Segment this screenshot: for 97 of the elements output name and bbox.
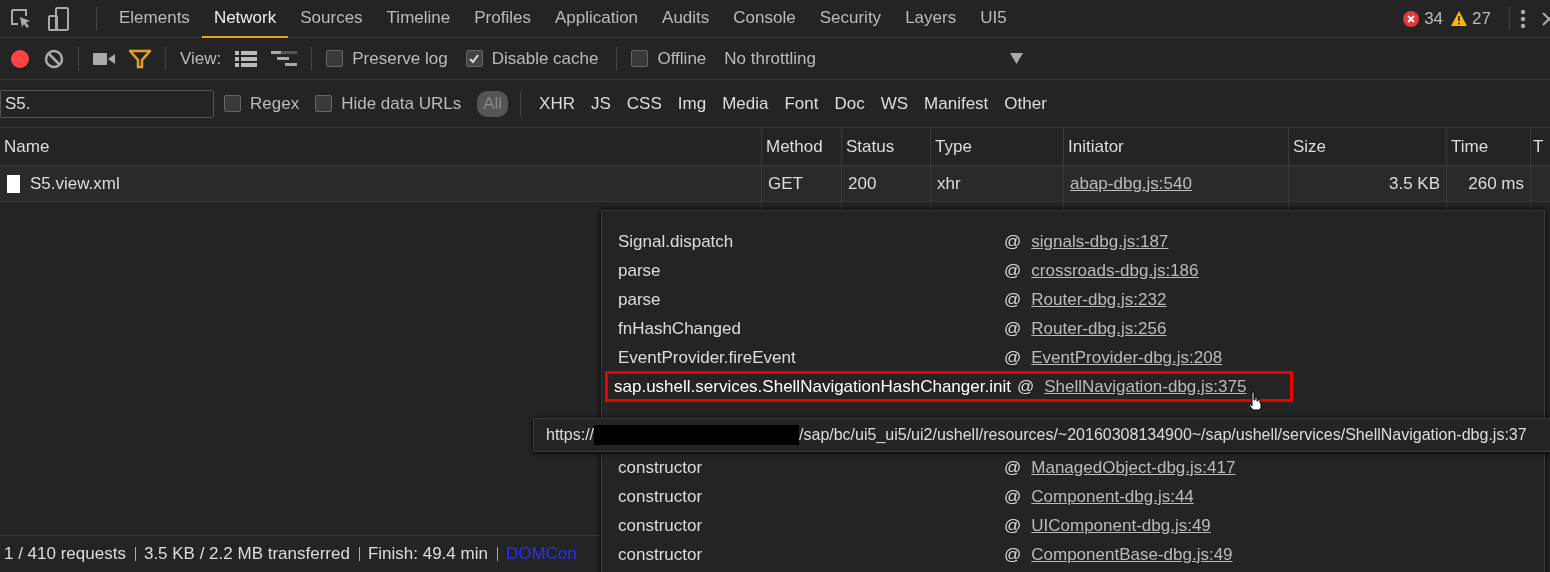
panel-tab[interactable]: Elements bbox=[107, 0, 202, 38]
warning-count: 27 bbox=[1472, 8, 1491, 29]
inspect-icon[interactable] bbox=[10, 7, 32, 30]
source-link[interactable]: Router-dbg.js:256 bbox=[1031, 318, 1167, 339]
at-sign: @ bbox=[1004, 289, 1022, 310]
at-sign: @ bbox=[1004, 318, 1022, 339]
offline-checkbox[interactable]: Offline bbox=[631, 48, 707, 69]
checkbox-option[interactable]: Regex bbox=[224, 93, 300, 114]
panel-tab[interactable]: Layers bbox=[893, 0, 969, 38]
type-filter[interactable]: WS bbox=[874, 90, 915, 117]
more-icon[interactable] bbox=[1520, 8, 1526, 29]
device-icon[interactable] bbox=[48, 6, 70, 31]
source-link[interactable]: Component-dbg.js:44 bbox=[1031, 486, 1194, 507]
status-text: 3.5 KB / 2.2 MB transferred bbox=[139, 547, 360, 561]
type-filter[interactable]: CSS bbox=[620, 90, 668, 117]
warning-icon bbox=[1451, 11, 1468, 26]
column-header[interactable]: Size bbox=[1289, 128, 1447, 165]
status-text: 1 / 410 requests bbox=[0, 547, 136, 561]
file-icon bbox=[7, 174, 20, 193]
camera-icon[interactable] bbox=[93, 51, 115, 66]
list-view-icon[interactable] bbox=[235, 50, 258, 67]
panel-tab[interactable]: Application bbox=[542, 0, 651, 38]
function-name: constructor bbox=[618, 544, 704, 565]
table-cell: xhr bbox=[937, 173, 961, 194]
function-name: constructor bbox=[618, 457, 704, 478]
column-header[interactable]: Status bbox=[842, 128, 931, 165]
table-cell: GET bbox=[768, 173, 803, 194]
checkbox-option[interactable]: Preserve log bbox=[326, 48, 448, 69]
url-text: /sap/bc/ui5_ui5/ui2/ushell/resources/~20160308134900~/sap/ushell/services/ShellNavigation-dbg.js:37 bbox=[799, 426, 1527, 444]
panel-tab[interactable]: Security bbox=[807, 0, 894, 38]
view-label: View: bbox=[180, 48, 222, 69]
record-icon[interactable] bbox=[10, 48, 30, 69]
table-cell: 200 bbox=[848, 173, 877, 194]
checkbox-option[interactable]: Disable cache bbox=[465, 48, 599, 69]
type-filter[interactable]: Img bbox=[671, 90, 713, 117]
throttling-select[interactable]: No throttling bbox=[724, 48, 816, 69]
source-link[interactable]: Router-dbg.js:232 bbox=[1031, 289, 1167, 310]
source-link[interactable]: UIComponent-dbg.js:49 bbox=[1031, 515, 1211, 536]
url-text: https:// bbox=[546, 426, 595, 444]
source-link[interactable]: ShellNavigation-dbg.js:375 bbox=[1044, 376, 1247, 397]
function-name: constructor bbox=[618, 486, 704, 507]
check-icon bbox=[468, 52, 481, 65]
checkbox-option[interactable]: Hide data URLs bbox=[315, 93, 462, 114]
filter-field[interactable]: S5. bbox=[0, 89, 214, 118]
column-header[interactable]: Time bbox=[1447, 128, 1531, 165]
source-link[interactable]: signals-dbg.js:187 bbox=[1031, 231, 1169, 252]
panel-tab[interactable]: Network bbox=[201, 0, 289, 38]
at-sign: @ bbox=[1004, 544, 1022, 565]
type-filter[interactable]: XHR bbox=[533, 90, 581, 117]
column-header[interactable]: T bbox=[1531, 128, 1550, 165]
panel-tab[interactable]: Timeline bbox=[374, 0, 463, 38]
waterfall-icon[interactable] bbox=[271, 50, 298, 67]
panel-tab[interactable]: Audits bbox=[650, 0, 722, 38]
function-name: sap.ushell.services.ShellNavigationHashChanger.init bbox=[614, 376, 1011, 397]
column-header[interactable]: Initiator bbox=[1064, 128, 1289, 165]
panel-tab[interactable]: Sources bbox=[288, 0, 375, 38]
type-filter[interactable]: Other bbox=[998, 90, 1053, 117]
source-link[interactable]: EventProvider-dbg.js:208 bbox=[1031, 347, 1223, 368]
at-sign: @ bbox=[1004, 260, 1022, 281]
at-sign: @ bbox=[1004, 486, 1022, 507]
error-icon bbox=[1403, 10, 1420, 27]
source-link[interactable]: ManagedObject-dbg.js:417 bbox=[1031, 457, 1236, 478]
function-name: parse bbox=[618, 260, 662, 281]
type-filter[interactable]: JS bbox=[584, 90, 617, 117]
filter-icon[interactable] bbox=[129, 48, 151, 69]
initiator-link[interactable]: abap-dbg.js:540 bbox=[1070, 173, 1192, 194]
function-name: fnHashChanged bbox=[618, 318, 742, 339]
column-header[interactable]: Type bbox=[931, 128, 1064, 165]
source-link[interactable]: crossroads-dbg.js:186 bbox=[1031, 260, 1199, 281]
function-name: EventProvider.fireEvent bbox=[618, 347, 797, 368]
type-filter[interactable]: Media bbox=[716, 90, 775, 117]
type-filter[interactable]: Doc bbox=[828, 90, 871, 117]
function-name: constructor bbox=[618, 515, 704, 536]
dropdown-icon[interactable] bbox=[1010, 53, 1023, 64]
panel-tab[interactable]: UI5 bbox=[968, 0, 1019, 38]
clear-icon[interactable] bbox=[44, 48, 64, 69]
status-text: Finish: 49.4 min bbox=[363, 547, 498, 561]
column-header[interactable]: Method bbox=[762, 128, 842, 165]
type-filter[interactable]: Font bbox=[778, 90, 825, 117]
panel-tab[interactable]: Console bbox=[721, 0, 808, 38]
source-link[interactable]: ComponentBase-dbg.js:49 bbox=[1031, 544, 1233, 565]
column-header[interactable]: Name bbox=[0, 128, 762, 165]
at-sign: @ bbox=[1004, 515, 1022, 536]
panel-tab[interactable]: Profiles bbox=[462, 0, 543, 38]
function-name: Signal.dispatch bbox=[618, 231, 735, 252]
function-name: parse bbox=[618, 289, 662, 310]
type-filter[interactable]: Manifest bbox=[918, 90, 995, 117]
at-sign: @ bbox=[1004, 347, 1022, 368]
at-sign: @ bbox=[1004, 457, 1022, 478]
table-cell: 3.5 KB bbox=[1388, 173, 1440, 194]
at-sign: @ bbox=[1016, 376, 1035, 397]
at-sign: @ bbox=[1004, 231, 1022, 252]
error-count: 34 bbox=[1424, 8, 1444, 29]
close-icon[interactable] bbox=[1542, 11, 1550, 26]
table-cell: 260 ms bbox=[1468, 173, 1524, 194]
table-cell[interactable]: S5.view.xml bbox=[30, 173, 120, 194]
hand-cursor-icon bbox=[1248, 391, 1262, 411]
